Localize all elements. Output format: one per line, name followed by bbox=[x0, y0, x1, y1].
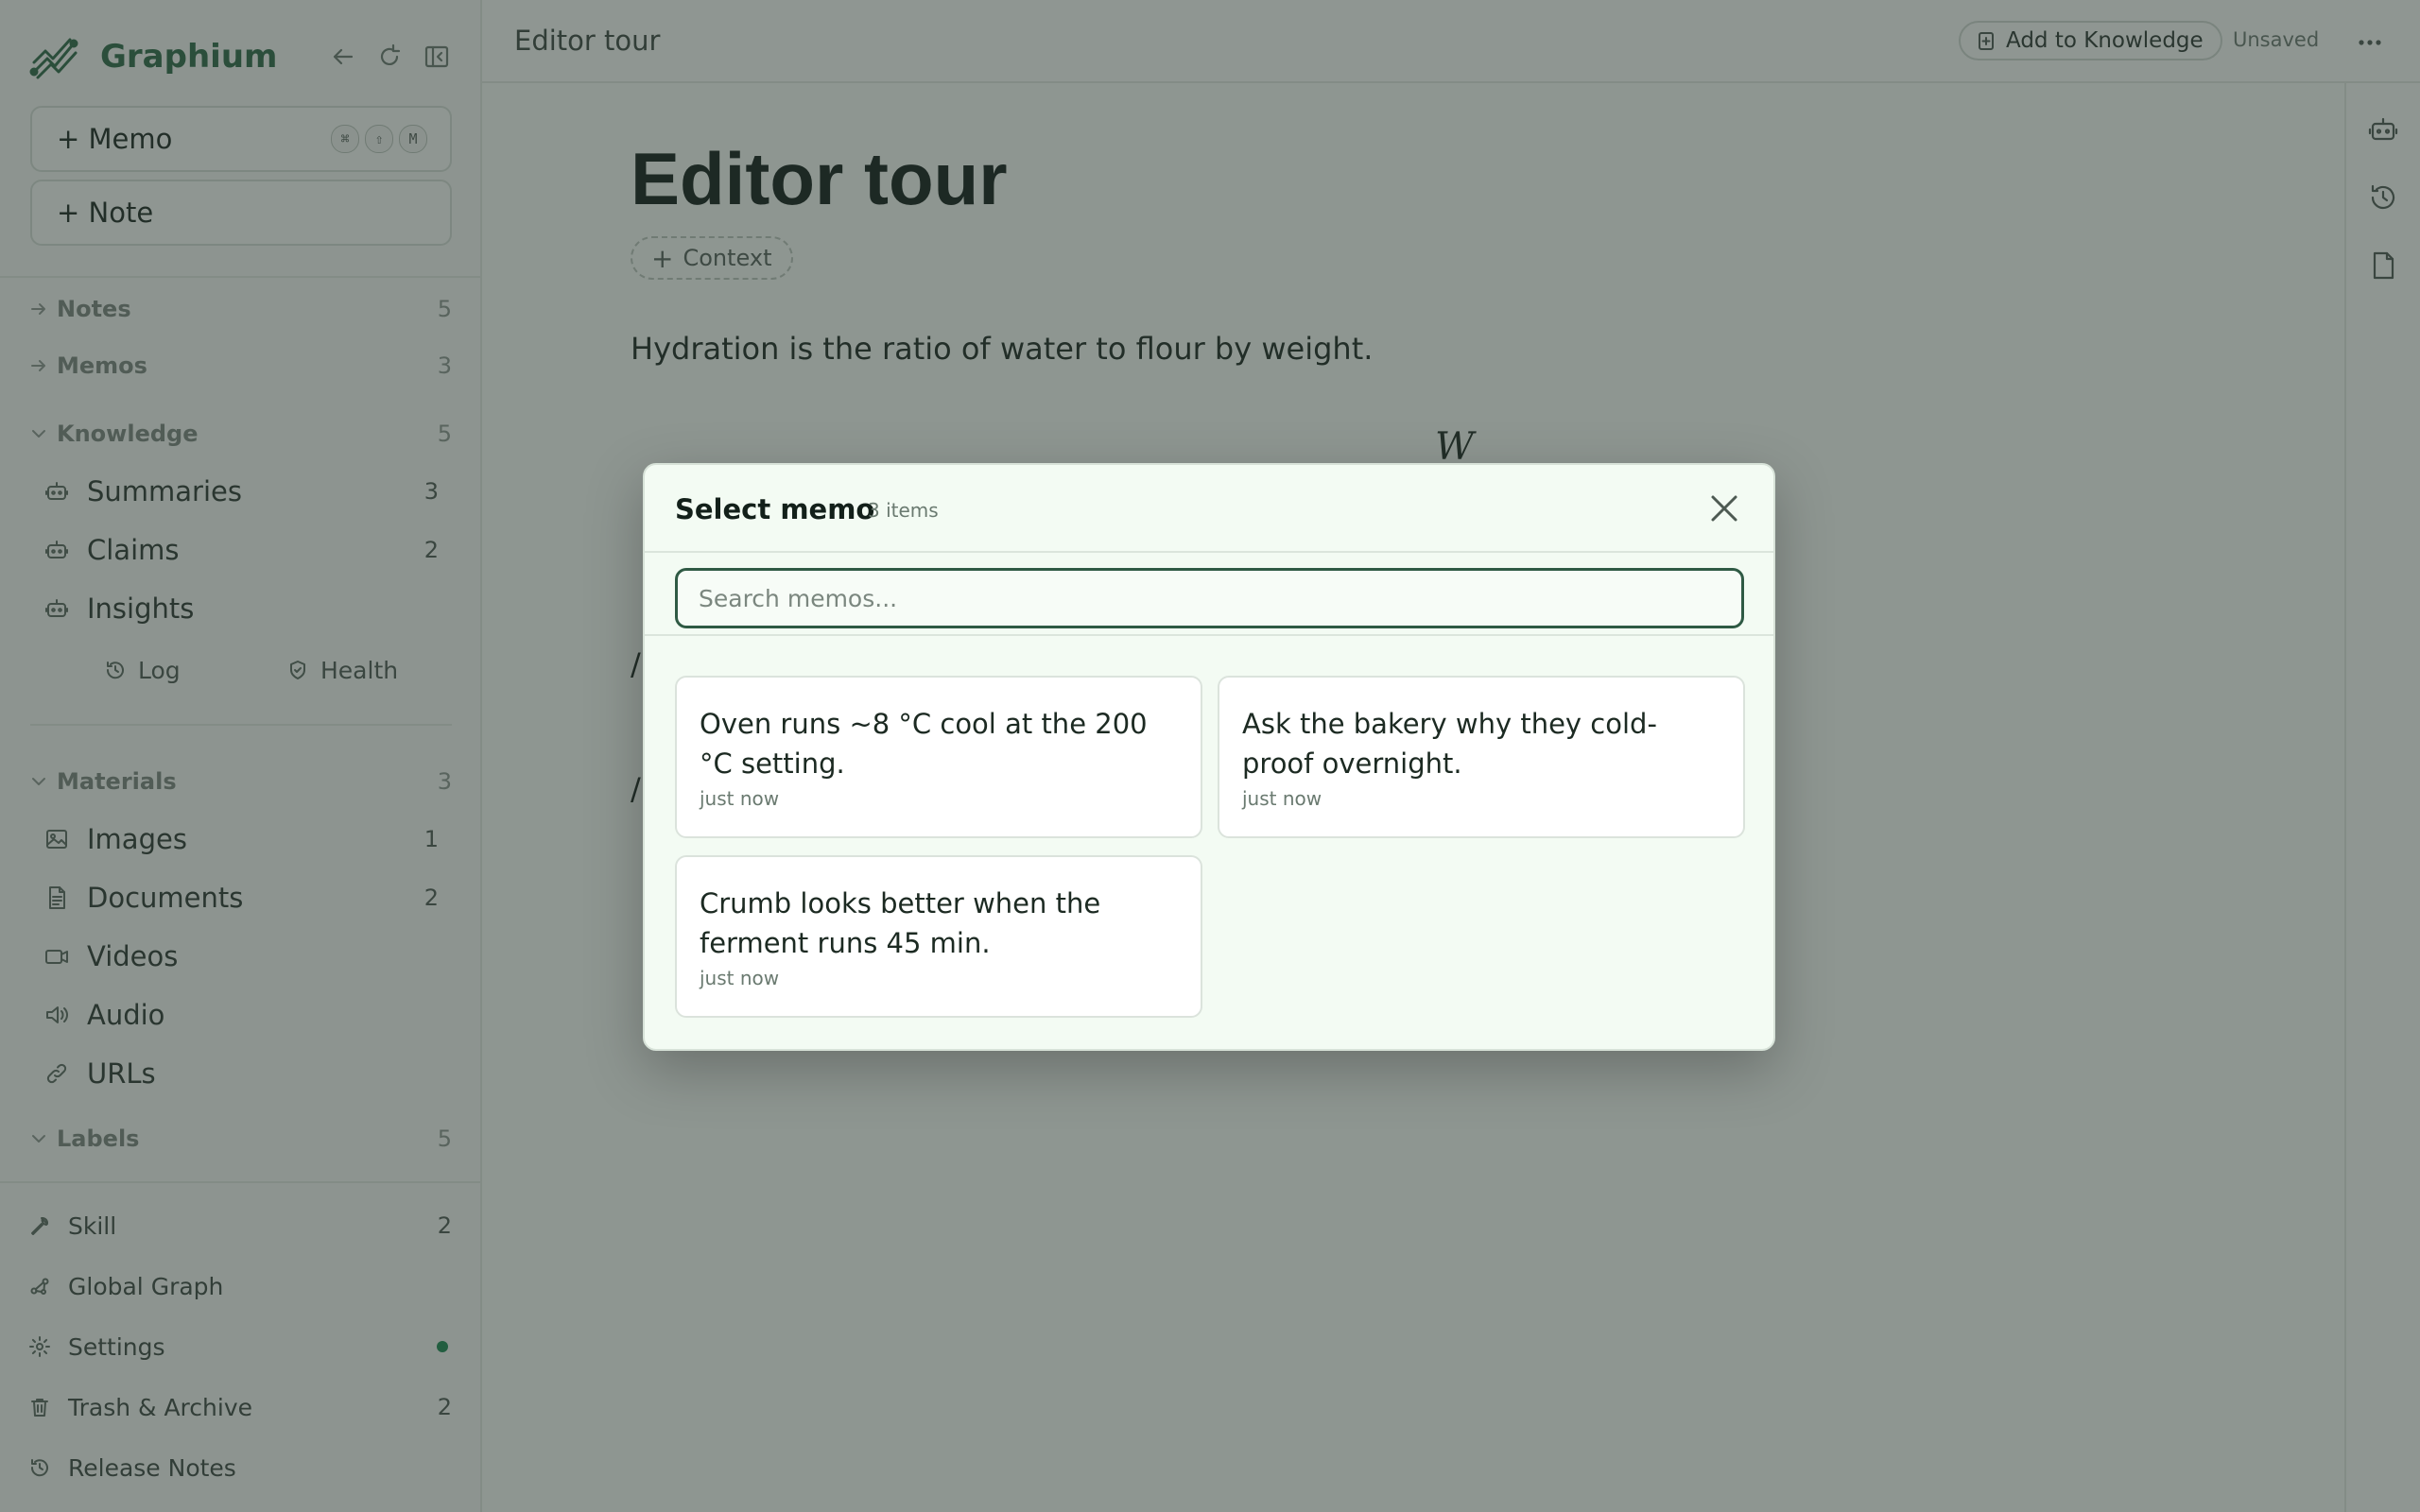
memo-text: Oven runs ~8 °C cool at the 200 °C setti… bbox=[700, 708, 1148, 780]
memo-time: just now bbox=[700, 967, 780, 989]
memo-search-input[interactable] bbox=[675, 568, 1744, 628]
dialog-header: Select memo 3 items bbox=[645, 465, 1773, 553]
search-row bbox=[645, 553, 1773, 636]
memo-card[interactable]: Crumb looks better when the ferment runs… bbox=[675, 855, 1202, 1018]
memo-time: just now bbox=[700, 787, 780, 810]
dialog-title: Select memo bbox=[675, 493, 875, 525]
memo-time: just now bbox=[1242, 787, 1322, 810]
close-icon[interactable] bbox=[1705, 490, 1743, 527]
memo-text: Crumb looks better when the ferment runs… bbox=[700, 887, 1101, 959]
dialog-item-count: 3 items bbox=[868, 499, 939, 522]
memo-card[interactable]: Oven runs ~8 °C cool at the 200 °C setti… bbox=[675, 676, 1202, 838]
memo-text: Ask the bakery why they cold-proof overn… bbox=[1242, 708, 1657, 780]
select-memo-dialog: Select memo 3 items Oven runs ~8 °C cool… bbox=[643, 463, 1775, 1051]
memo-card[interactable]: Ask the bakery why they cold-proof overn… bbox=[1218, 676, 1745, 838]
